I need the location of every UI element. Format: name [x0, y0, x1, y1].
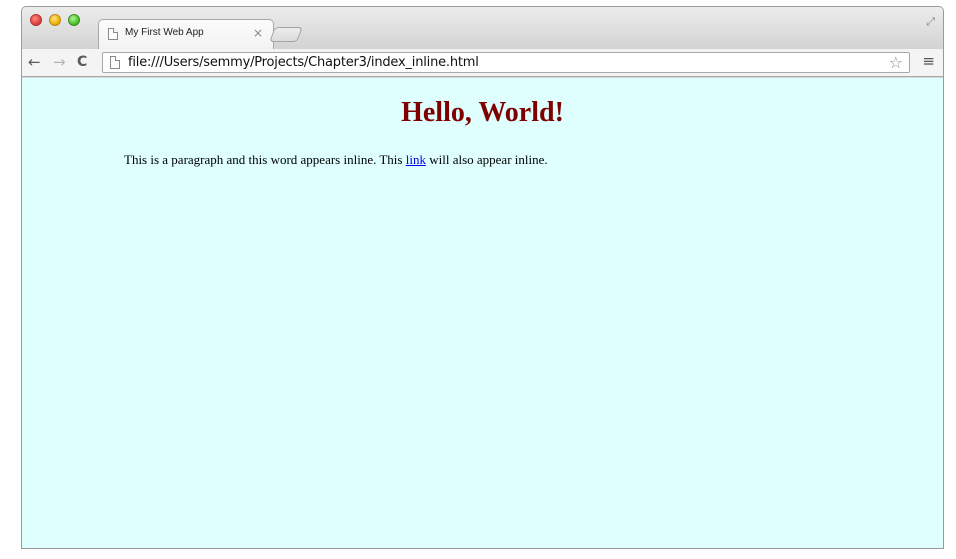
- back-button[interactable]: ←: [28, 52, 41, 72]
- title-bar: My First Web App × ⤢: [22, 7, 943, 49]
- minimize-window-button[interactable]: [49, 14, 61, 26]
- paragraph: This is a paragraph and this word appear…: [124, 152, 548, 168]
- browser-window: My First Web App × ⤢ ← → C file:///Users…: [21, 6, 944, 549]
- fullscreen-icon[interactable]: ⤢: [926, 15, 935, 29]
- paragraph-text-after-link: will also appear inline.: [425, 152, 548, 167]
- inline-link[interactable]: link: [406, 152, 426, 167]
- bookmark-star-icon[interactable]: ☆: [889, 53, 903, 72]
- new-tab-button[interactable]: [269, 27, 303, 42]
- address-bar[interactable]: file:///Users/semmy/Projects/Chapter3/in…: [102, 52, 910, 73]
- page-viewport: Hello, World! This is a paragraph and th…: [22, 78, 943, 548]
- tab-title: My First Web App: [125, 27, 204, 38]
- menu-icon[interactable]: ≡: [922, 52, 935, 70]
- url-text[interactable]: file:///Users/semmy/Projects/Chapter3/in…: [128, 55, 479, 70]
- tab-my-first-web-app[interactable]: My First Web App ×: [98, 19, 274, 49]
- page-icon: [108, 28, 118, 40]
- tab-close-icon[interactable]: ×: [253, 26, 263, 40]
- reload-button[interactable]: C: [77, 52, 87, 72]
- forward-button[interactable]: →: [53, 52, 66, 72]
- browser-toolbar: ← → C file:///Users/semmy/Projects/Chapt…: [22, 49, 943, 77]
- paragraph-text-before-link: This is a paragraph and this word appear…: [124, 152, 406, 167]
- page-icon: [110, 56, 120, 69]
- page-heading: Hello, World!: [401, 97, 564, 128]
- zoom-window-button[interactable]: [68, 14, 80, 26]
- close-window-button[interactable]: [30, 14, 42, 26]
